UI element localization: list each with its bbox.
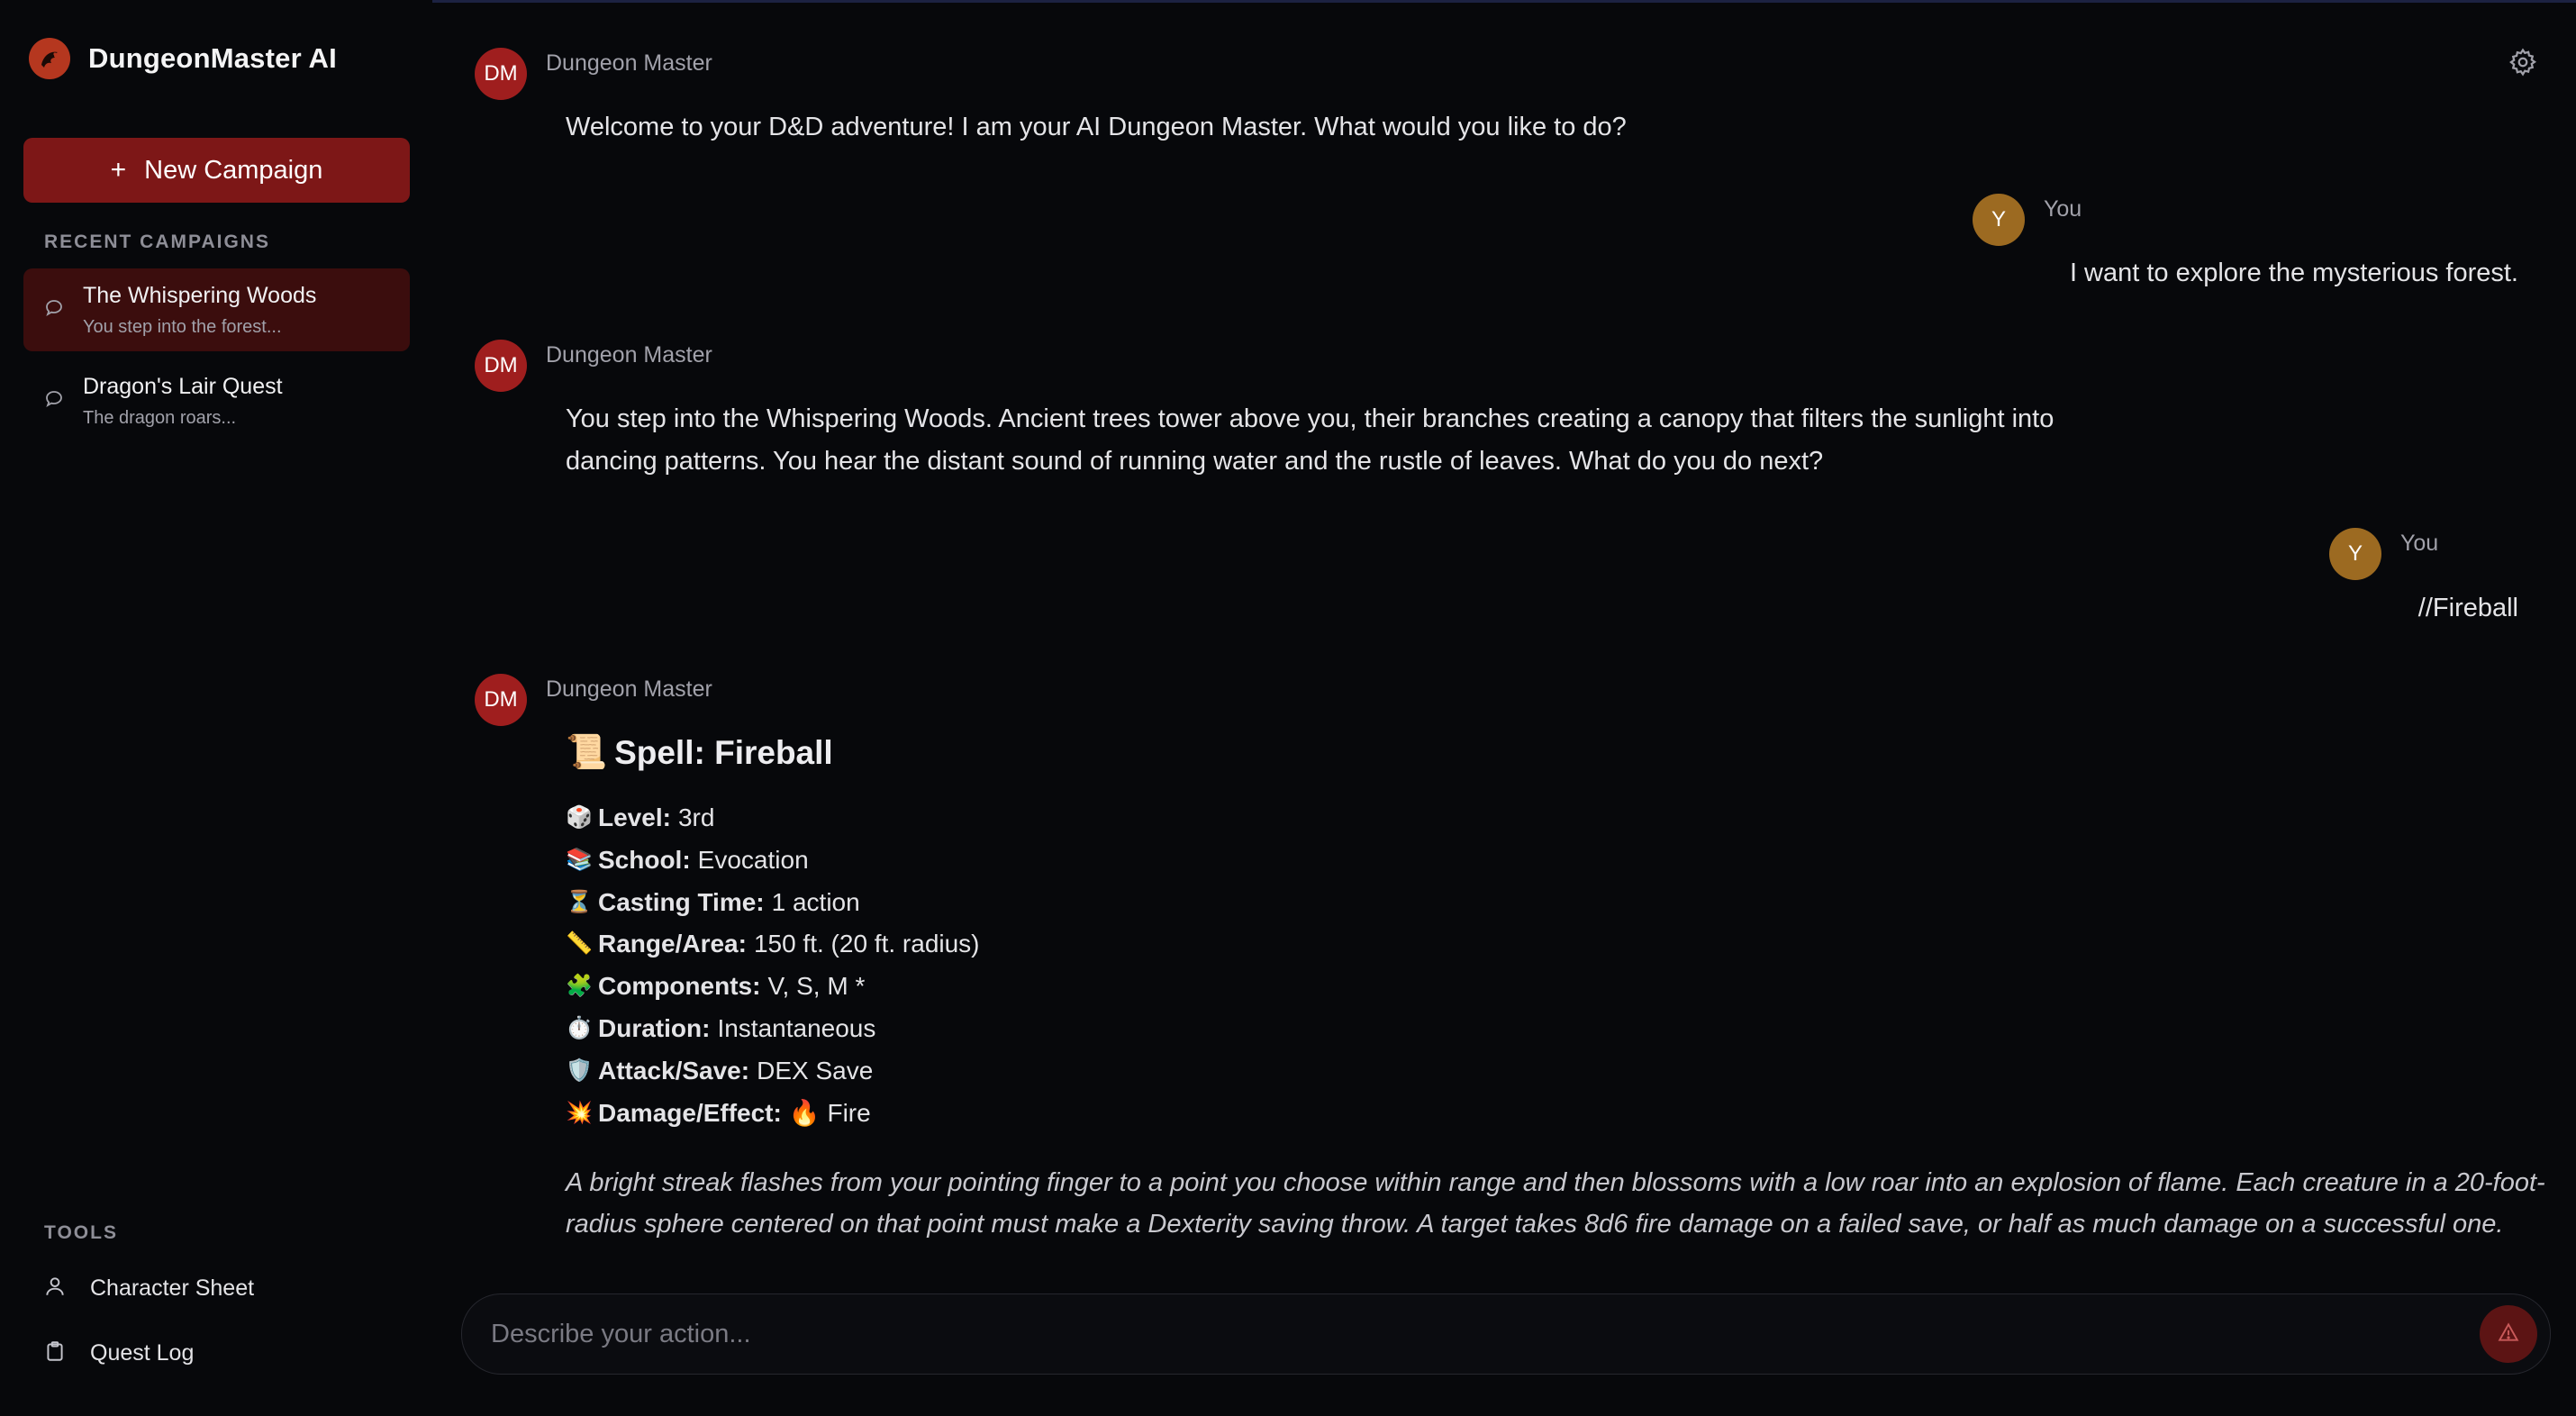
- field-value: 1 action: [771, 887, 860, 916]
- spell-field-casting-time: ⏳ Casting Time: 1 action: [566, 882, 980, 924]
- tool-character-sheet[interactable]: Character Sheet: [43, 1275, 254, 1303]
- books-icon: 📚: [566, 847, 593, 872]
- dm-message: Welcome to your D&D adventure! I am your…: [566, 113, 1627, 141]
- new-campaign-button[interactable]: + New Campaign: [23, 138, 410, 203]
- field-label: Casting Time:: [598, 887, 765, 916]
- sidebar: DungeonMaster AI + New Campaign RECENT C…: [0, 0, 432, 1416]
- user-avatar: Y: [2329, 528, 2381, 580]
- chat-bubble-icon: [43, 388, 65, 414]
- warning-icon: [2497, 1321, 2520, 1348]
- field-label: Duration:: [598, 1013, 711, 1042]
- campaign-item-dragons-lair[interactable]: Dragon's Lair Quest The dragon roars...: [23, 359, 410, 442]
- dragon-logo-icon: [29, 38, 70, 79]
- spell-field-school: 📚 School: Evocation: [566, 840, 980, 882]
- field-label: Components:: [598, 972, 761, 1001]
- clipboard-icon: [43, 1339, 67, 1367]
- field-value: 🔥 Fire: [788, 1098, 871, 1127]
- campaign-preview: You step into the forest...: [83, 317, 282, 337]
- dm-avatar: DM: [475, 48, 527, 100]
- stopwatch-icon: ⏱️: [566, 1015, 593, 1040]
- tool-label: Quest Log: [90, 1340, 195, 1366]
- spell-title-text: Spell: Fireball: [614, 733, 833, 771]
- chat-fade: [450, 1241, 2576, 1270]
- spell-field-level: 🎲 Level: 3rd: [566, 797, 980, 840]
- dm-avatar: DM: [475, 674, 527, 726]
- field-value: V, S, M *: [767, 972, 866, 1001]
- scroll-icon: 📜: [566, 733, 608, 770]
- chat-bubble-icon: [43, 297, 65, 323]
- composer: [461, 1293, 2551, 1375]
- field-label: Attack/Save:: [598, 1056, 750, 1085]
- field-label: Range/Area:: [598, 930, 747, 958]
- field-value: 3rd: [677, 803, 715, 831]
- tool-label: Character Sheet: [90, 1275, 255, 1301]
- spell-details: 🎲 Level: 3rd 📚 School: Evocation ⏳ Casti…: [566, 797, 980, 1134]
- user-avatar: Y: [1973, 194, 2025, 246]
- field-value: Instantaneous: [717, 1013, 876, 1042]
- user-icon: [43, 1275, 67, 1303]
- field-label: Level:: [598, 803, 671, 831]
- dm-avatar: DM: [475, 340, 527, 392]
- field-value: Evocation: [697, 845, 809, 874]
- app-title: DungeonMaster AI: [88, 42, 337, 74]
- recent-campaigns-heading: RECENT CAMPAIGNS: [44, 231, 270, 252]
- send-button[interactable]: [2480, 1305, 2537, 1363]
- spell-field-range: 📏 Range/Area: 150 ft. (20 ft. radius): [566, 923, 980, 966]
- spell-title: 📜 Spell: Fireball: [566, 733, 833, 772]
- ruler-icon: 📏: [566, 931, 593, 957]
- user-message: //Fireball: [2417, 594, 2518, 622]
- campaign-title: The Whispering Woods: [83, 283, 317, 308]
- field-label: School:: [598, 845, 691, 874]
- spell-field-duration: ⏱️ Duration: Instantaneous: [566, 1008, 980, 1050]
- spell-field-components: 🧩 Components: V, S, M *: [566, 966, 980, 1008]
- campaign-item-whispering-woods[interactable]: The Whispering Woods You step into the f…: [23, 268, 410, 351]
- shield-icon: 🛡️: [566, 1057, 593, 1083]
- new-campaign-label: New Campaign: [144, 155, 323, 185]
- hourglass-icon: ⏳: [566, 889, 593, 914]
- user-sender-name: You: [2400, 531, 2439, 556]
- field-value: 150 ft. (20 ft. radius): [753, 930, 980, 958]
- dm-sender-name: Dungeon Master: [546, 676, 712, 702]
- spell-field-attack-save: 🛡️ Attack/Save: DEX Save: [566, 1050, 980, 1093]
- dice-icon: 🎲: [566, 805, 593, 830]
- dm-sender-name: Dungeon Master: [546, 50, 712, 76]
- dm-message: You step into the Whispering Woods. Anci…: [566, 404, 2054, 476]
- spell-field-damage: 💥 Damage/Effect: 🔥 Fire: [566, 1093, 980, 1135]
- tool-quest-log[interactable]: Quest Log: [43, 1339, 194, 1367]
- spell-description: A bright streak flashes from your pointi…: [566, 1168, 2545, 1239]
- campaign-preview: The dragon roars...: [83, 408, 237, 428]
- field-value: DEX Save: [757, 1056, 874, 1085]
- tools-heading: TOOLS: [44, 1222, 118, 1243]
- field-label: Damage/Effect:: [598, 1098, 782, 1127]
- dm-sender-name: Dungeon Master: [546, 342, 712, 368]
- action-input[interactable]: [489, 1294, 2456, 1374]
- chat-area: DM Dungeon Master Welcome to your D&D ad…: [450, 0, 2576, 1270]
- user-sender-name: You: [2044, 196, 2082, 222]
- user-message: I want to explore the mysterious forest.: [2069, 259, 2518, 287]
- explosion-icon: 💥: [566, 1100, 593, 1125]
- puzzle-icon: 🧩: [566, 974, 593, 999]
- campaign-title: Dragon's Lair Quest: [83, 374, 283, 399]
- plus-icon: +: [110, 155, 127, 185]
- brand: DungeonMaster AI: [29, 38, 337, 79]
